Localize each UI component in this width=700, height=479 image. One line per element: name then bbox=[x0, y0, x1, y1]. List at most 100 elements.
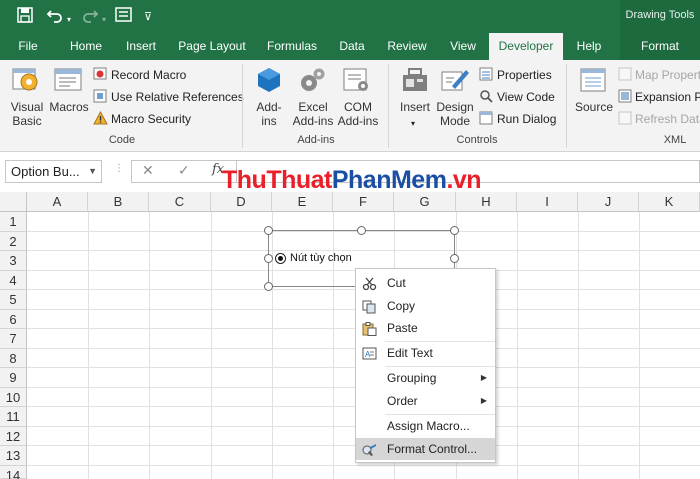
menu-item-edit-text[interactable]: A Edit Text bbox=[356, 342, 495, 364]
design-mode-button[interactable]: Design Mode bbox=[434, 100, 476, 128]
row-header[interactable]: 6 bbox=[0, 310, 27, 329]
row-header[interactable]: 13 bbox=[0, 446, 27, 466]
column-header[interactable]: H bbox=[456, 192, 517, 212]
macros-icon[interactable] bbox=[54, 66, 84, 97]
view-code-icon[interactable] bbox=[479, 89, 494, 107]
resize-handle[interactable] bbox=[264, 254, 273, 263]
menu-item-grouping[interactable]: Grouping ▶ bbox=[356, 367, 495, 389]
redo-dropdown-icon[interactable]: ▾ bbox=[102, 11, 106, 29]
tab-review[interactable]: Review bbox=[380, 33, 434, 60]
tab-help[interactable]: Help bbox=[570, 33, 608, 60]
row-header[interactable]: 2 bbox=[0, 232, 27, 251]
tab-formulas[interactable]: Formulas bbox=[260, 33, 324, 60]
column-header[interactable]: D bbox=[211, 192, 272, 212]
insert-controls-button[interactable]: Insert bbox=[394, 100, 436, 114]
macro-security-button[interactable]: Macro Security bbox=[111, 111, 191, 127]
cancel-icon[interactable]: ✕ bbox=[142, 162, 154, 179]
expansion-packs-button[interactable]: Expansion Pa bbox=[635, 89, 700, 105]
row-header[interactable]: 8 bbox=[0, 349, 27, 368]
name-box[interactable]: Option Bu... ▼ bbox=[5, 160, 102, 183]
com-addins-button[interactable]: COM Add-ins bbox=[334, 100, 382, 128]
name-box-dropdown-icon[interactable]: ▼ bbox=[88, 161, 97, 182]
undo-dropdown-icon[interactable]: ▾ bbox=[67, 11, 71, 29]
tab-page-layout[interactable]: Page Layout bbox=[172, 33, 252, 60]
column-header[interactable]: B bbox=[88, 192, 149, 212]
use-relative-references-button[interactable]: Use Relative References bbox=[111, 89, 244, 105]
menu-item-format-control[interactable]: Format Control... bbox=[356, 438, 495, 460]
option-button-radio[interactable] bbox=[275, 253, 286, 264]
watermark-part1: ThuThuat bbox=[222, 166, 332, 194]
column-header[interactable]: G bbox=[394, 192, 456, 212]
insert-dropdown-icon[interactable]: ▾ bbox=[411, 116, 415, 132]
tab-insert[interactable]: Insert bbox=[118, 33, 164, 60]
tab-developer[interactable]: Developer bbox=[489, 33, 563, 60]
insert-controls-icon[interactable] bbox=[400, 66, 430, 97]
addins-button[interactable]: Add- ins bbox=[250, 100, 288, 128]
column-header[interactable]: K bbox=[639, 192, 700, 212]
visual-basic-button[interactable]: Visual Basic bbox=[4, 100, 50, 128]
map-properties-icon[interactable] bbox=[618, 67, 633, 85]
row-header[interactable]: 3 bbox=[0, 251, 27, 271]
menu-item-copy[interactable]: Copy bbox=[356, 295, 495, 317]
properties-icon[interactable] bbox=[479, 67, 494, 85]
row-header[interactable]: 4 bbox=[0, 271, 27, 290]
tab-file[interactable]: File bbox=[6, 33, 50, 60]
tab-format[interactable]: Format bbox=[620, 33, 700, 60]
design-mode-icon[interactable] bbox=[440, 66, 470, 97]
record-macro-icon[interactable] bbox=[93, 66, 108, 84]
undo-icon[interactable] bbox=[46, 7, 64, 28]
column-header[interactable]: J bbox=[578, 192, 639, 212]
redo-icon[interactable] bbox=[81, 7, 99, 28]
resize-handle[interactable] bbox=[264, 226, 273, 235]
tab-home[interactable]: Home bbox=[62, 33, 110, 60]
resize-handle[interactable] bbox=[450, 254, 459, 263]
row-header[interactable]: 9 bbox=[0, 368, 27, 388]
column-header[interactable]: E bbox=[272, 192, 333, 212]
row-header[interactable]: 5 bbox=[0, 290, 27, 310]
relative-references-icon[interactable] bbox=[93, 89, 108, 107]
view-code-button[interactable]: View Code bbox=[497, 89, 555, 105]
row-header[interactable]: 7 bbox=[0, 329, 27, 349]
enter-icon[interactable]: ✓ bbox=[178, 162, 190, 179]
column-header[interactable]: C bbox=[149, 192, 211, 212]
row-header[interactable]: 10 bbox=[0, 388, 27, 407]
tab-data[interactable]: Data bbox=[332, 33, 372, 60]
source-icon[interactable] bbox=[579, 66, 607, 97]
excel-addins-icon[interactable] bbox=[297, 66, 327, 97]
row-header[interactable]: 12 bbox=[0, 427, 27, 446]
resize-handle[interactable] bbox=[357, 226, 366, 235]
run-dialog-icon[interactable] bbox=[479, 111, 494, 129]
macros-button[interactable]: Macros bbox=[48, 100, 90, 114]
macro-security-icon[interactable] bbox=[93, 110, 108, 129]
com-addins-icon[interactable] bbox=[342, 66, 372, 97]
menu-item-assign-macro[interactable]: Assign Macro... bbox=[356, 415, 495, 437]
tab-view[interactable]: View bbox=[442, 33, 484, 60]
properties-button[interactable]: Properties bbox=[497, 67, 552, 83]
menu-item-paste[interactable]: Paste bbox=[356, 317, 495, 339]
source-button[interactable]: Source bbox=[572, 100, 616, 114]
expansion-packs-icon[interactable] bbox=[618, 89, 633, 107]
resize-handle[interactable] bbox=[264, 282, 273, 291]
menu-item-cut[interactable]: Cut bbox=[356, 272, 495, 294]
run-dialog-button[interactable]: Run Dialog bbox=[497, 111, 556, 127]
watermark-part3: .vn bbox=[446, 166, 482, 194]
menu-item-order[interactable]: Order ▶ bbox=[356, 390, 495, 412]
resize-handle[interactable] bbox=[450, 226, 459, 235]
select-all-corner[interactable] bbox=[0, 192, 27, 212]
row-header[interactable]: 11 bbox=[0, 407, 27, 427]
map-properties-button[interactable]: Map Propertie bbox=[635, 67, 700, 83]
column-header[interactable]: A bbox=[27, 192, 88, 212]
addins-icon[interactable] bbox=[255, 66, 283, 97]
refresh-data-button[interactable]: Refresh Data bbox=[635, 111, 700, 127]
form-icon[interactable] bbox=[115, 7, 132, 27]
refresh-data-icon[interactable] bbox=[618, 111, 633, 129]
customize-qat-icon[interactable]: ⊽ bbox=[144, 8, 152, 26]
column-header[interactable]: F bbox=[333, 192, 394, 212]
column-header[interactable]: I bbox=[517, 192, 578, 212]
row-header[interactable]: 14 bbox=[0, 466, 27, 479]
save-icon[interactable] bbox=[17, 7, 33, 28]
visual-basic-icon[interactable] bbox=[12, 66, 42, 97]
record-macro-button[interactable]: Record Macro bbox=[111, 67, 186, 83]
excel-addins-button[interactable]: Excel Add-ins bbox=[288, 100, 338, 128]
row-header[interactable]: 1 bbox=[0, 212, 27, 232]
